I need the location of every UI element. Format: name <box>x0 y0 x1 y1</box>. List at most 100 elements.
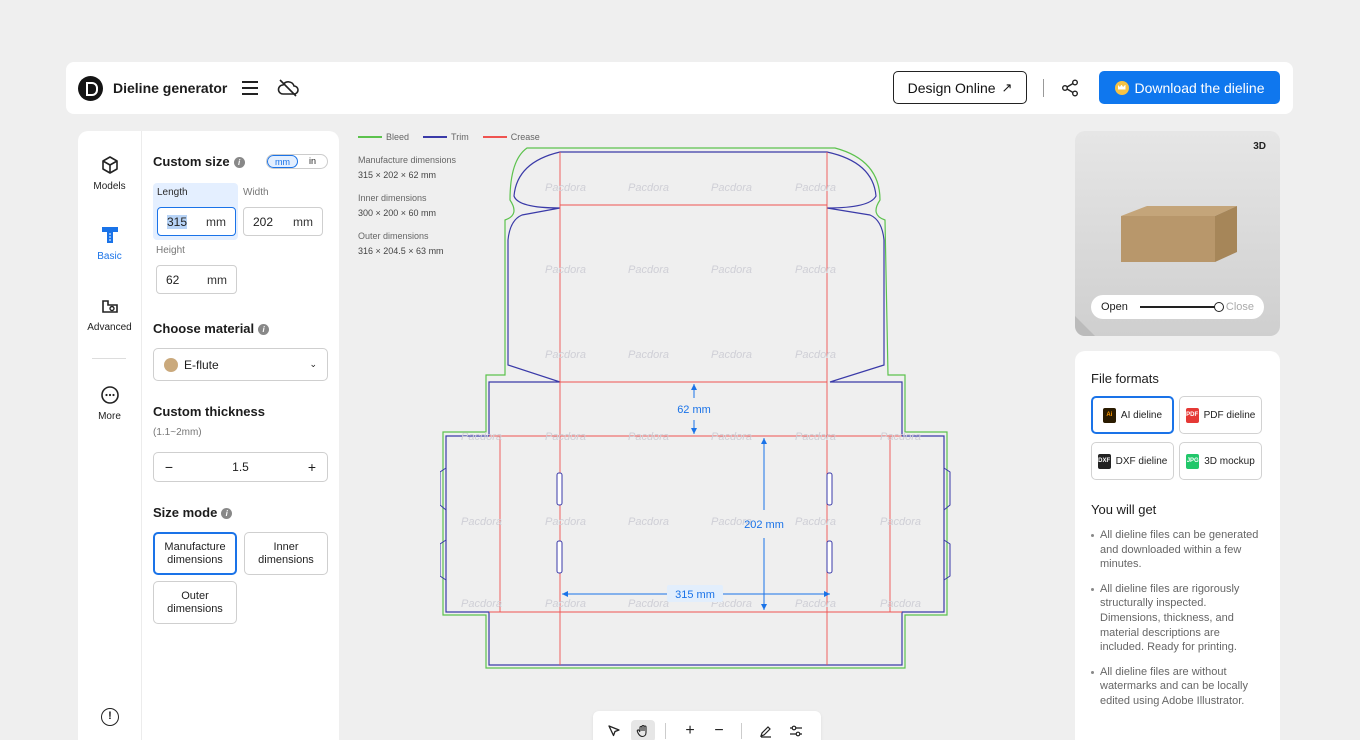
height-dimension-label: 62 mm <box>677 404 711 416</box>
legend-trim: Trim <box>423 132 469 142</box>
slider-track[interactable] <box>1139 302 1224 312</box>
width-dimension-label: 202 mm <box>744 519 784 531</box>
open-label: Open <box>1101 301 1128 313</box>
choose-material-label: Choose material <box>153 321 255 336</box>
download-label: Download the dieline <box>1134 79 1265 96</box>
pointer-icon <box>608 725 620 737</box>
benefit-item: All dieline files are rigorously structu… <box>1091 582 1266 655</box>
download-dieline-button[interactable]: Download the dieline <box>1099 71 1280 104</box>
dieline-canvas[interactable]: Pacdora Pacdora Pacdora Pacdora Pacdora Pacdo… <box>440 145 952 675</box>
pen-icon <box>760 726 771 738</box>
mode-manufacture[interactable]: Manufacture dimensions <box>153 532 237 575</box>
format-ai-label: AI dieline <box>1120 409 1163 421</box>
menu-icon[interactable] <box>241 80 259 96</box>
size-mode-heading: Size mode i <box>153 505 233 520</box>
rail-item-more[interactable]: More <box>78 385 141 422</box>
height-input[interactable]: 62 mm <box>156 265 237 294</box>
watermark-text: Pacdora <box>711 431 752 443</box>
edit-tool-button[interactable] <box>754 720 778 740</box>
watermark-text: Pacdora <box>628 516 669 528</box>
close-label: Close <box>1225 301 1254 313</box>
format-3d-mockup[interactable]: JPG 3D mockup <box>1179 442 1262 480</box>
rail-item-advanced[interactable]: Advanced <box>78 296 141 333</box>
select-tool-button[interactable] <box>602 720 626 740</box>
slider-knob[interactable] <box>1213 302 1224 312</box>
length-unit: mm <box>206 214 226 229</box>
info-icon[interactable]: ! <box>101 708 119 726</box>
width-label: Width <box>243 187 269 198</box>
legend-bleed-label: Bleed <box>386 132 410 142</box>
material-select[interactable]: E-flute ⌄ <box>153 348 328 381</box>
increment-button[interactable]: + <box>297 459 327 475</box>
app-title: Dieline generator <box>113 80 228 96</box>
benefit-item: All dieline files can be generated and d… <box>1091 528 1266 572</box>
crown-icon <box>1114 80 1129 95</box>
watermark-text: Pacdora <box>545 431 586 443</box>
choose-material-heading: Choose material i <box>153 321 270 336</box>
zoom-out-button[interactable]: − <box>707 720 731 740</box>
rail-separator <box>92 358 126 359</box>
rail-item-basic[interactable]: Basic <box>78 225 141 262</box>
share-icon[interactable] <box>1061 79 1079 97</box>
thickness-hint: (1.1~2mm) <box>153 427 202 438</box>
watermark-text: Pacdora <box>545 598 586 610</box>
dimension-arrows <box>562 384 830 610</box>
custom-size-heading: Custom size i <box>153 154 245 169</box>
decrement-button[interactable]: − <box>154 459 184 475</box>
format-ai[interactable]: Ai AI dieline <box>1091 396 1174 434</box>
toolbar-divider <box>741 723 742 739</box>
side-notches <box>440 467 951 581</box>
box-3d-model <box>1121 206 1237 262</box>
format-3d-label: 3D mockup <box>1204 455 1255 467</box>
rail-label-basic: Basic <box>97 251 122 262</box>
watermark-text: Pacdora <box>461 598 502 610</box>
help-icon[interactable]: i <box>233 157 245 168</box>
custom-size-label: Custom size <box>153 154 230 169</box>
unit-mm[interactable]: mm <box>267 155 298 168</box>
adjust-button[interactable] <box>784 720 808 740</box>
box-settings-icon <box>101 300 118 313</box>
hand-tool-button[interactable] <box>631 720 655 740</box>
3d-rotate-icon[interactable]: 3D <box>1253 141 1266 152</box>
unit-toggle[interactable]: mm in <box>266 154 328 169</box>
watermark-text: Pacdora <box>545 264 586 276</box>
custom-thickness-heading: Custom thickness <box>153 404 265 419</box>
cloud-off-icon[interactable] <box>277 78 299 98</box>
material-value: E-flute <box>184 357 219 372</box>
chevron-down-icon: ⌄ <box>309 359 317 369</box>
left-panel: Models Basic Advanced More ! Custom size… <box>78 131 339 740</box>
open-close-slider[interactable]: Open Close <box>1091 295 1264 319</box>
design-online-button[interactable]: Design Online ↗ <box>893 71 1027 104</box>
pdf-file-icon: PDF <box>1185 407 1199 423</box>
format-pdf[interactable]: PDF PDF dieline <box>1179 396 1262 434</box>
thickness-stepper: − 1.5 + <box>153 452 328 482</box>
watermark-text: Pacdora <box>795 516 836 528</box>
rail-label-models: Models <box>93 181 126 192</box>
format-dxf[interactable]: DXF DXF dieline <box>1091 442 1174 480</box>
height-label: Height <box>156 245 185 256</box>
thickness-value[interactable]: 1.5 <box>184 460 297 474</box>
length-input[interactable]: 315 mm <box>157 207 236 236</box>
height-unit: mm <box>207 272 227 287</box>
length-label: Length <box>157 187 188 198</box>
width-input[interactable]: 202 mm <box>243 207 323 236</box>
unit-in[interactable]: in <box>298 155 327 168</box>
help-icon[interactable]: i <box>221 508 233 519</box>
legend-crease-label: Crease <box>510 132 540 142</box>
more-dots-icon <box>100 386 119 404</box>
zoom-in-button[interactable]: + <box>678 720 702 740</box>
height-value: 62 <box>166 272 180 287</box>
hand-icon <box>636 724 647 738</box>
mode-outer[interactable]: Outer dimensions <box>153 581 237 624</box>
corner-fold <box>1075 316 1095 336</box>
mode-inner[interactable]: Inner dimensions <box>244 532 328 575</box>
help-icon[interactable]: i <box>258 324 270 335</box>
3d-preview[interactable]: 3D Open Close <box>1075 131 1280 336</box>
width-value: 202 <box>253 214 274 229</box>
pacdora-logo[interactable] <box>78 76 103 101</box>
rail-item-models[interactable]: Models <box>78 155 141 192</box>
dxf-file-icon: DXF <box>1097 453 1111 469</box>
rail-label-advanced: Advanced <box>87 322 132 333</box>
watermark-text: Pacdora <box>545 349 586 361</box>
watermark-text: Pacdora <box>628 431 669 443</box>
